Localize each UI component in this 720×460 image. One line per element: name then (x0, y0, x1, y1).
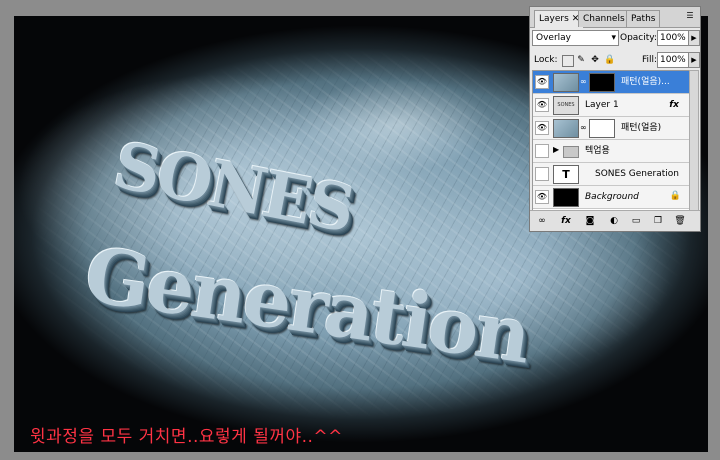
new-group-icon[interactable]: ▭ (630, 215, 642, 227)
layer-thumbnail (553, 119, 579, 138)
layer-name: Layer 1 (585, 100, 619, 110)
chevron-down-icon: ▾ (611, 33, 616, 43)
new-layer-icon[interactable]: ❐ (652, 215, 664, 227)
eye-icon[interactable]: 👁 (535, 190, 549, 204)
layer-name: SONES Generation (595, 169, 679, 179)
layers-scrollbar[interactable] (689, 70, 699, 212)
opacity-label: Opacity: (620, 33, 657, 43)
folder-icon (563, 146, 579, 158)
lock-pixels-icon[interactable]: ✎ (576, 55, 586, 65)
text-layer-icon: T (553, 165, 579, 184)
layer-row[interactable]: 👁 ∞ 패턴(얼음) (533, 117, 689, 140)
lock-label: Lock: (534, 55, 558, 65)
layer-row[interactable]: 👁 T SONES Generation (533, 163, 689, 186)
fill-label: Fill: (642, 55, 658, 65)
lock-icon: 🔒 (669, 191, 681, 201)
layer-name: Background (585, 192, 639, 202)
layer-name: 텍업용 (585, 146, 610, 156)
fx-icon[interactable]: fx (669, 94, 679, 116)
eye-icon[interactable]: 👁 (535, 75, 549, 89)
eye-icon[interactable]: 👁 (535, 121, 549, 135)
lock-position-icon[interactable]: ✥ (590, 55, 600, 65)
link-layers-icon[interactable]: ∞ (536, 215, 548, 227)
layer-thumbnail: SONES (553, 96, 579, 115)
eye-icon[interactable]: 👁 (535, 98, 549, 112)
blend-mode-select[interactable]: Overlay ▾ (532, 30, 619, 46)
layer-name: 패턴(얼음)... (621, 77, 670, 87)
add-style-icon[interactable]: fx (560, 215, 572, 227)
trash-icon[interactable]: 🗑 (674, 215, 686, 227)
fill-input[interactable]: 100% (657, 52, 689, 68)
tab-channels[interactable]: Channels (578, 10, 630, 27)
layer-mask-thumbnail (589, 119, 615, 138)
layer-name: 패턴(얼음) (621, 123, 662, 133)
add-mask-icon[interactable]: ◙ (584, 215, 596, 227)
lock-transparency-icon[interactable] (562, 55, 574, 67)
eye-icon[interactable]: 👁 (535, 167, 549, 181)
eye-icon[interactable]: 👁 (535, 144, 549, 158)
link-icon: ∞ (580, 77, 587, 86)
layer-row[interactable]: 👁 ∞ 패턴(얼음)... (533, 71, 689, 94)
panel-tab-bar: Layers ✕ Channels Paths ☰ (530, 7, 700, 28)
opacity-input[interactable]: 100% (657, 30, 689, 46)
layer-row[interactable]: 👁 Background 🔒 (533, 186, 689, 209)
tab-layers[interactable]: Layers ✕ (534, 10, 585, 28)
link-icon: ∞ (580, 123, 587, 132)
layer-thumbnail (553, 73, 579, 92)
layer-row[interactable]: 👁 SONES Layer 1 fx (533, 94, 689, 117)
panel-bottom-toolbar: ∞ fx ◙ ◐ ▭ ❐ 🗑 (530, 210, 700, 231)
layer-row[interactable]: 👁 ▶ 텍업용 (533, 140, 689, 163)
expand-triangle-icon[interactable]: ▶ (553, 145, 559, 154)
layers-panel: Layers ✕ Channels Paths ☰ Overlay ▾ Opacit… (529, 6, 701, 232)
fill-slider-arrow-icon[interactable]: ▶ (688, 52, 700, 68)
tab-paths[interactable]: Paths (626, 10, 661, 27)
adjustment-layer-icon[interactable]: ◐ (608, 215, 620, 227)
caption-text: 윗과정을 모두 거치면..요렇게 될꺼야..^^ (30, 427, 343, 447)
layer-mask-thumbnail (589, 73, 615, 92)
panel-menu-icon[interactable]: ☰ (684, 10, 696, 22)
layers-list: 👁 ∞ 패턴(얼음)... 👁 SONES Layer 1 fx 👁 ∞ 패턴(… (532, 70, 690, 212)
lock-all-icon[interactable]: 🔒 (604, 55, 615, 65)
layer-thumbnail (553, 188, 579, 207)
opacity-slider-arrow-icon[interactable]: ▶ (688, 30, 700, 46)
blend-mode-value: Overlay (536, 33, 571, 43)
